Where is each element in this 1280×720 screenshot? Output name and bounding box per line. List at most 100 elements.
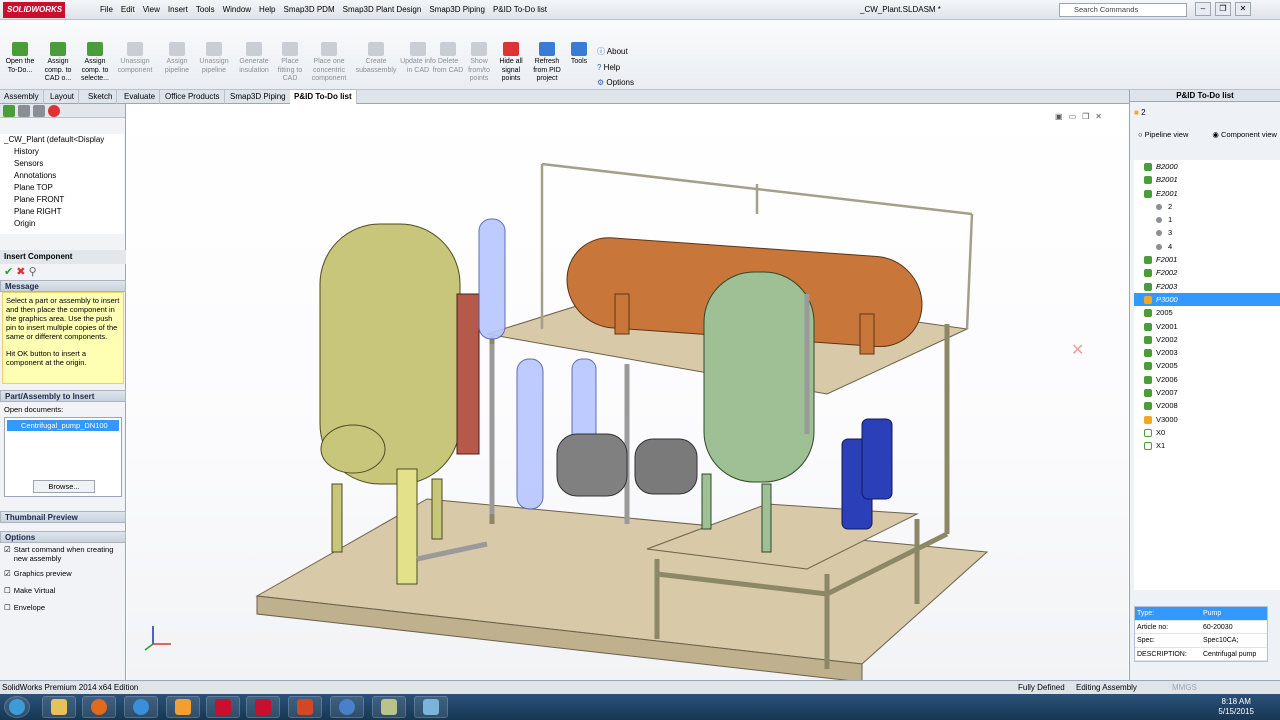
tree-item-sensors[interactable]: Sensors (0, 158, 124, 170)
feature-tree-icon[interactable] (3, 105, 15, 117)
todo-item[interactable]: B2000 (1134, 160, 1280, 173)
component-view-radio[interactable]: ◉ Component view (1212, 130, 1277, 139)
tree-item-origin[interactable]: Origin (0, 218, 124, 230)
tools-button[interactable]: Tools (566, 42, 592, 67)
unassign-pipeline-button[interactable]: Unassign pipeline (196, 42, 232, 75)
option-graphics-preview[interactable]: ☑ Graphics preview (4, 569, 122, 586)
tree-item-plane-top[interactable]: Plane TOP (0, 182, 124, 194)
configuration-icon[interactable] (33, 105, 45, 117)
place-concentric-button[interactable]: Place one concentric component (309, 42, 349, 84)
browse-button[interactable]: Browse... (33, 480, 95, 493)
todo-item[interactable]: 4 (1134, 240, 1280, 253)
checkbox-checked-icon[interactable]: ☑ (4, 545, 11, 569)
taskbar-firefox[interactable] (82, 696, 116, 718)
cancel-icon[interactable]: ✖ (16, 266, 25, 278)
heads-up-toolbar[interactable] (527, 97, 717, 110)
tab-evaluate[interactable]: Evaluate (120, 90, 161, 104)
todo-item[interactable]: V3000 (1134, 413, 1280, 426)
todo-item[interactable]: X0 (1134, 426, 1280, 439)
assign-pipeline-button[interactable]: Assign pipeline (159, 42, 195, 75)
option-make-virtual[interactable]: ☐ Make Virtual (4, 586, 122, 603)
tab-assembly[interactable]: Assembly (0, 90, 44, 104)
tree-item-history[interactable]: History (0, 146, 124, 158)
menu-smap3d-piping[interactable]: Smap3D Piping (425, 0, 489, 20)
assign-comp-selected-button[interactable]: Assign comp. to selecte... (77, 42, 113, 84)
todo-item[interactable]: V2003 (1134, 346, 1280, 359)
checkbox-empty-icon[interactable]: ☐ (4, 603, 11, 620)
help-link[interactable]: ? Help (597, 60, 634, 76)
search-input[interactable]: Search Commands (1059, 3, 1187, 17)
todo-item[interactable]: V2001 (1134, 320, 1280, 333)
property-row[interactable]: Article no: 60-20030 (1135, 621, 1267, 634)
taskbar-solidworks-2[interactable] (246, 696, 280, 718)
generate-insulation-button[interactable]: Generate insulation (236, 42, 272, 75)
close-icon[interactable]: ✕ (1071, 340, 1084, 360)
property-row[interactable]: Spec: Spec10CA; (1135, 634, 1267, 648)
unit-system[interactable]: MMGS (1172, 681, 1197, 694)
part-section-header[interactable]: Part/Assembly to Insert (0, 390, 126, 402)
hide-signal-points-button[interactable]: Hide all signal points (493, 42, 529, 84)
unassign-component-button[interactable]: Unassign component (117, 42, 153, 75)
todo-item[interactable]: F2002 (1134, 266, 1280, 279)
tree-root[interactable]: _CW_Plant (default<Display (0, 134, 124, 146)
plant-model-3d[interactable] (127, 97, 1128, 683)
refresh-pid-button[interactable]: Refresh from PID project (529, 42, 565, 84)
appearance-icon[interactable] (48, 105, 60, 117)
todo-item[interactable]: F2003 (1134, 280, 1280, 293)
taskbar-ie[interactable] (124, 696, 158, 718)
taskbar-tool[interactable] (414, 696, 448, 718)
taskbar-notes[interactable] (372, 696, 406, 718)
todo-item[interactable]: P3000 (1134, 292, 1280, 307)
menu-tools[interactable]: Tools (192, 0, 219, 20)
todo-item[interactable]: 3 (1134, 226, 1280, 239)
menu-window[interactable]: Window (219, 0, 255, 20)
menu-edit[interactable]: Edit (117, 0, 139, 20)
taskbar-explorer[interactable] (42, 696, 76, 718)
todo-item[interactable]: V2006 (1134, 373, 1280, 386)
menu-view[interactable]: View (139, 0, 164, 20)
tab-office-products[interactable]: Office Products (161, 90, 225, 104)
tree-item-plane-right[interactable]: Plane RIGHT (0, 206, 124, 218)
property-row[interactable]: DESCRIPTION: Centrifugal pump (1135, 648, 1267, 661)
todo-item[interactable]: V2008 (1134, 399, 1280, 412)
tab-sketch[interactable]: Sketch (84, 90, 118, 104)
menu-smap3d-plant-design[interactable]: Smap3D Plant Design (339, 0, 426, 20)
menu-insert[interactable]: Insert (164, 0, 192, 20)
restore-icon[interactable]: ❐ (1082, 112, 1089, 121)
open-documents-list[interactable]: Centrifugal_pump_DN100 Browse... (4, 417, 122, 497)
tab-smap3d-piping[interactable]: Smap3D Piping (226, 90, 291, 104)
close-icon[interactable]: ✕ (1235, 2, 1251, 16)
minimize-icon[interactable]: ▭ (1069, 112, 1077, 121)
thumbnail-section-header[interactable]: Thumbnail Preview (0, 511, 126, 523)
option-envelope[interactable]: ☐ Envelope (4, 603, 122, 620)
menu-smap3d-pdm[interactable]: Smap3D PDM (280, 0, 339, 20)
todo-item[interactable]: 2005 (1134, 306, 1280, 319)
create-subassembly-button[interactable]: Create subassembly (354, 42, 398, 75)
property-manager-icon[interactable] (18, 105, 30, 117)
todo-item[interactable]: V2002 (1134, 333, 1280, 346)
tab-layout[interactable]: Layout (46, 90, 80, 104)
taskbar-powerpoint[interactable] (288, 696, 322, 718)
solidworks-logo[interactable]: SOLIDWORKS (3, 2, 65, 18)
ok-icon[interactable]: ✔ (4, 266, 13, 278)
start-button[interactable] (4, 696, 30, 718)
todo-item[interactable]: B2001 (1134, 173, 1280, 186)
assign-comp-cad-button[interactable]: Assign comp. to CAD o... (40, 42, 76, 84)
tree-item-annotations[interactable]: Annotations (0, 170, 124, 182)
todo-item[interactable]: E2001 (1134, 187, 1280, 200)
open-todo-button[interactable]: Open the To-Do... (2, 42, 38, 75)
todo-item[interactable]: 2 (1134, 200, 1280, 213)
menu-help[interactable]: Help (255, 0, 279, 20)
options-section-header[interactable]: Options (0, 531, 126, 543)
menu-file[interactable]: File (96, 0, 117, 20)
restore-icon[interactable]: ❐ (1215, 2, 1231, 16)
todo-item[interactable]: V2005 (1134, 359, 1280, 372)
todo-item[interactable]: V2007 (1134, 386, 1280, 399)
taskbar-outlook[interactable] (166, 696, 200, 718)
open-document-item[interactable]: Centrifugal_pump_DN100 (7, 420, 119, 431)
place-fitting-button[interactable]: Place fitting to CAD (272, 42, 308, 84)
tab-pid-todo[interactable]: P&ID To-Do list (290, 90, 357, 104)
taskbar-app[interactable] (330, 696, 364, 718)
show-from-to-button[interactable]: Show from/to points (461, 42, 497, 84)
todo-item[interactable]: 1 (1134, 213, 1280, 226)
